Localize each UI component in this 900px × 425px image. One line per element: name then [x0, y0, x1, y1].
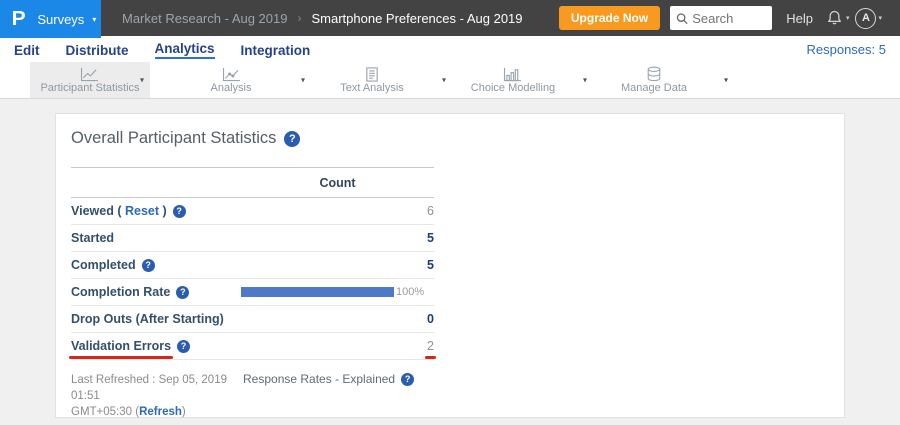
row-value: 5: [241, 258, 434, 272]
notifications-menu[interactable]: ▾: [825, 9, 856, 27]
count-column-header: Count: [241, 176, 434, 190]
row-label-suffix: ): [159, 204, 167, 218]
chevron-down-icon[interactable]: ▾: [301, 76, 305, 85]
table-row-completed: Completed? 5: [71, 252, 434, 279]
row-value: 5: [241, 231, 434, 245]
response-rates-label: Response Rates - Explained: [243, 372, 395, 386]
text-document-icon: [364, 67, 380, 82]
breadcrumb-parent[interactable]: Market Research - Aug 2019: [122, 11, 287, 26]
analytics-toolbar: Participant Statistics ▾ Analysis ▾ Text…: [0, 62, 900, 99]
breadcrumb: Market Research - Aug 2019 › Smartphone …: [122, 11, 523, 26]
table-row-validation-errors: Validation Errors? 2: [71, 333, 434, 360]
table-header-row: Count: [71, 167, 434, 198]
questionpro-logo-icon: P: [12, 8, 26, 31]
row-label: Drop Outs (After Starting): [71, 312, 224, 326]
table-row-completion-rate: Completion Rate? 100%: [71, 279, 434, 306]
breadcrumb-separator-icon: ›: [297, 11, 301, 25]
row-label: Completion Rate: [71, 285, 170, 299]
product-menu-label: Surveys: [37, 12, 84, 27]
tab-label: Analysis: [211, 83, 252, 94]
row-value: 6: [241, 204, 434, 218]
chevron-down-icon: ▾: [92, 15, 96, 24]
account-menu[interactable]: A ▾: [855, 8, 888, 29]
row-label: Started: [71, 231, 114, 245]
tab-text-analysis[interactable]: Text Analysis ▾: [312, 62, 432, 98]
response-rates-explained: Response Rates - Explained ?: [243, 372, 414, 386]
upgrade-now-button[interactable]: Upgrade Now: [559, 6, 660, 30]
reset-link[interactable]: Reset: [125, 204, 159, 218]
completion-rate-percent: 100%: [396, 286, 424, 298]
last-refreshed-line2: GMT+05:30 (: [71, 406, 139, 418]
completion-rate-bar-track: [241, 287, 394, 297]
nav-tab-edit[interactable]: Edit: [14, 41, 40, 58]
tab-label: Participant Statistics: [40, 83, 139, 94]
refresh-link[interactable]: Refresh: [139, 406, 182, 418]
completion-rate-cell: 100%: [241, 286, 434, 298]
tab-analysis[interactable]: Analysis ▾: [171, 62, 291, 98]
search-box[interactable]: [670, 6, 772, 30]
participant-statistics-card: Overall Participant Statistics ? Count V…: [55, 113, 845, 418]
app-window: P Surveys ▾ Market Research - Aug 2019 ›…: [0, 0, 900, 425]
breadcrumb-current: Smartphone Preferences - Aug 2019: [311, 11, 522, 26]
help-link[interactable]: Help: [786, 11, 813, 26]
section-nav: Edit Distribute Analytics Integration Re…: [0, 36, 900, 62]
search-icon: [676, 12, 688, 25]
tab-label: Text Analysis: [340, 83, 404, 94]
last-refreshed-line1: Last Refreshed : Sep 05, 2019 01:51: [71, 374, 227, 402]
help-icon[interactable]: ?: [401, 373, 414, 386]
chevron-down-icon[interactable]: ▾: [583, 76, 587, 85]
bell-icon: [825, 9, 844, 27]
statistics-table: Count Viewed ( Reset )? 6 Started 5 Comp…: [71, 167, 434, 360]
help-icon[interactable]: ?: [176, 286, 189, 299]
line-chart-icon: [80, 67, 99, 82]
last-refreshed-text: Last Refreshed : Sep 05, 2019 01:51 GMT+…: [71, 372, 243, 420]
row-value: 0: [241, 312, 434, 326]
row-label: Completed: [71, 258, 136, 272]
tab-label: Choice Modelling: [471, 83, 555, 94]
tab-manage-data[interactable]: Manage Data ▾: [594, 62, 714, 98]
chevron-down-icon: ▾: [878, 14, 882, 22]
table-row-drop-outs: Drop Outs (After Starting) 0: [71, 306, 434, 333]
nav-tab-analytics[interactable]: Analytics: [155, 39, 215, 59]
table-row-started: Started 5: [71, 225, 434, 252]
card-footer: Last Refreshed : Sep 05, 2019 01:51 GMT+…: [56, 360, 844, 420]
help-icon[interactable]: ?: [177, 340, 190, 353]
completion-rate-bar-fill: [241, 287, 394, 297]
tab-participant-statistics[interactable]: Participant Statistics ▾: [30, 62, 150, 98]
top-navbar: P Surveys ▾ Market Research - Aug 2019 ›…: [0, 0, 900, 36]
chevron-down-icon[interactable]: ▾: [140, 76, 144, 85]
chevron-down-icon: ▾: [846, 14, 850, 22]
chevron-down-icon[interactable]: ▾: [724, 76, 728, 85]
product-menu[interactable]: P Surveys ▾: [0, 0, 101, 38]
row-label-annotated: Validation Errors: [71, 339, 171, 353]
row-value-annotated: 2: [427, 339, 434, 353]
avatar: A: [855, 8, 876, 29]
search-input[interactable]: [692, 11, 766, 26]
chevron-down-icon[interactable]: ▾: [442, 76, 446, 85]
row-label: Viewed (: [71, 204, 125, 218]
help-icon[interactable]: ?: [284, 131, 300, 147]
responses-count[interactable]: Responses: 5: [807, 42, 887, 57]
page-title: Overall Participant Statistics: [71, 129, 276, 148]
last-refreshed-suffix: ): [182, 406, 186, 418]
nav-tab-distribute[interactable]: Distribute: [66, 41, 129, 58]
tab-choice-modelling[interactable]: Choice Modelling ▾: [453, 62, 573, 98]
help-icon[interactable]: ?: [173, 205, 186, 218]
table-row-viewed: Viewed ( Reset )? 6: [71, 198, 434, 225]
database-icon: [646, 66, 662, 82]
help-icon[interactable]: ?: [142, 259, 155, 272]
tab-label: Manage Data: [621, 83, 687, 94]
bar-chart-icon: [503, 67, 522, 82]
scatter-chart-icon: [222, 67, 241, 82]
nav-tab-integration[interactable]: Integration: [241, 41, 311, 58]
